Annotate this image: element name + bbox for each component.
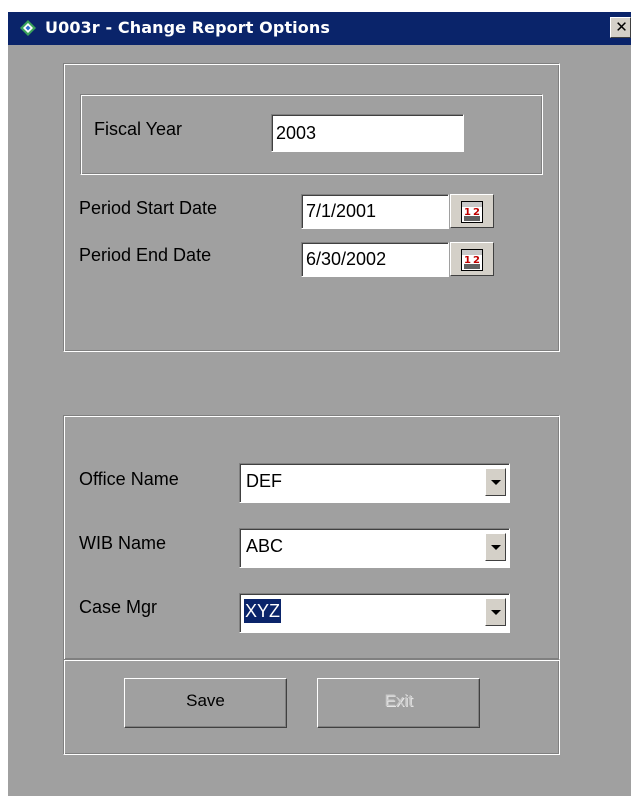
period-start-label: Period Start Date — [79, 198, 218, 218]
calendar-icon: 1 2 — [461, 201, 483, 223]
period-start-input[interactable]: 7/1/2001 — [301, 194, 449, 229]
chevron-down-icon[interactable] — [485, 468, 506, 496]
chevron-down-icon[interactable] — [485, 533, 506, 561]
report-options-window: U003r - Change Report Options ✕ Fiscal Y… — [8, 12, 631, 796]
office-name-value: DEF — [246, 471, 282, 491]
exit-button[interactable]: Exit — [317, 678, 480, 728]
period-end-calendar-button[interactable]: 1 2 — [450, 242, 494, 276]
window-title: U003r - Change Report Options — [45, 18, 330, 37]
case-mgr-value: XYZ — [244, 599, 282, 623]
save-button[interactable]: Save — [124, 678, 287, 728]
period-end-label: Period End Date — [79, 245, 212, 265]
office-name-label: Office Name — [79, 469, 179, 489]
case-mgr-dropdown[interactable]: XYZ — [239, 593, 510, 633]
wib-name-dropdown[interactable]: ABC — [239, 528, 510, 568]
wib-name-label: WIB Name — [79, 533, 167, 553]
chevron-down-icon[interactable] — [485, 598, 506, 626]
close-icon[interactable]: ✕ — [610, 17, 631, 38]
calendar-icon: 1 2 — [461, 249, 483, 271]
fiscal-year-label: Fiscal Year — [94, 119, 183, 139]
period-end-input[interactable]: 6/30/2002 — [301, 242, 449, 277]
fiscal-year-input[interactable]: 2003 — [271, 114, 464, 152]
title-bar[interactable]: U003r - Change Report Options ✕ — [8, 12, 631, 45]
case-mgr-label: Case Mgr — [79, 597, 158, 617]
period-start-calendar-button[interactable]: 1 2 — [450, 194, 494, 228]
diamond-app-icon — [20, 20, 36, 36]
wib-name-value: ABC — [246, 536, 284, 556]
office-name-dropdown[interactable]: DEF — [239, 463, 510, 503]
